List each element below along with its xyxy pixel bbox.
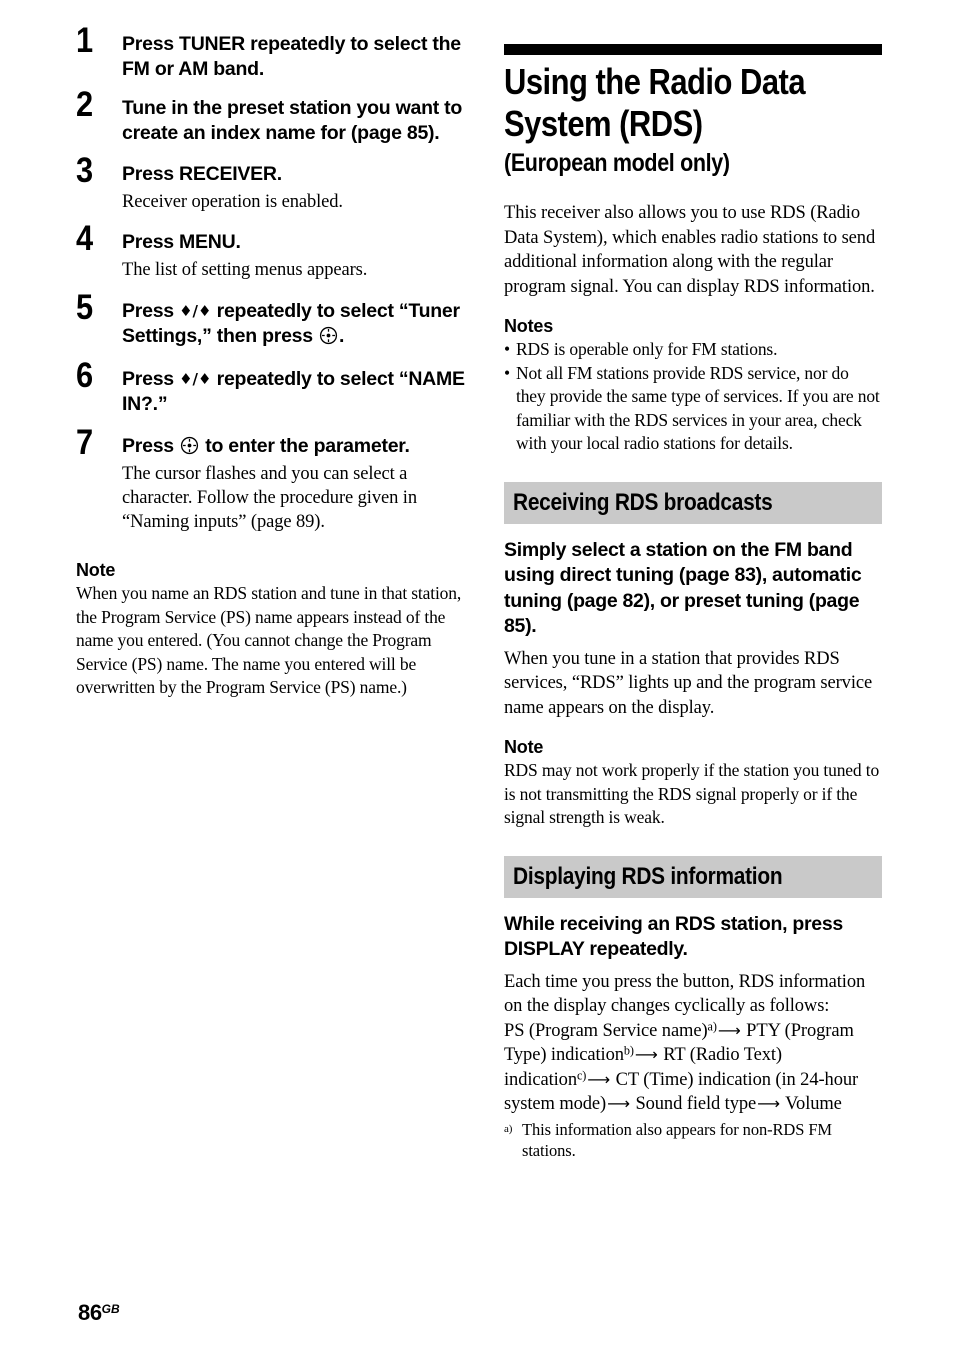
step-number: 3 <box>76 151 93 190</box>
step-5: 5 Press ♦/♦ repeatedly to select “Tuner … <box>76 290 476 349</box>
step-body: Receiver operation is enabled. <box>122 192 343 212</box>
step-7: 7 Press to enter the parameter. The curs… <box>76 425 476 534</box>
section-header-label: Receiving RDS broadcasts <box>513 488 773 516</box>
page-number: 86 <box>78 1300 102 1325</box>
up-down-arrow-icon: ♦/♦ <box>179 302 212 320</box>
section-header-receiving-rds: Receiving RDS broadcasts <box>504 481 882 524</box>
up-down-arrow-icon: ♦/♦ <box>179 370 212 388</box>
chapter-intro: This receiver also allows you to use RDS… <box>504 203 876 297</box>
step-body: The cursor flashes and you can select a … <box>122 464 417 532</box>
step-body: The list of setting menus appears. <box>122 260 368 280</box>
note-heading: Note <box>76 560 116 580</box>
step-text-post: to enter the parameter. <box>200 435 410 457</box>
step-number: 4 <box>76 219 93 258</box>
step-title: Press RECEIVER. <box>122 163 282 185</box>
notes-heading: Notes <box>504 316 554 336</box>
list-item: RDS is operable only for FM stations. <box>504 338 882 362</box>
step-text-pre: Press <box>122 368 180 390</box>
manual-page: 1 Press TUNER repeatedly to select the F… <box>0 0 954 1352</box>
note-heading: Note <box>504 737 544 757</box>
chapter-title: Using the Radio Data System (RDS) <box>504 61 806 144</box>
step-number: 7 <box>76 423 93 462</box>
enter-button-icon <box>180 436 199 455</box>
step-text-post: . <box>339 325 345 347</box>
step-6: 6 Press ♦/♦ repeatedly to select “NAME I… <box>76 358 476 417</box>
right-column: Using the Radio Data System (RDS) (Europ… <box>504 44 882 1161</box>
chapter-subtitle: (European model only) <box>504 149 730 177</box>
seq-volume: Volume <box>780 1094 842 1114</box>
step-text-pre: Press <box>122 435 180 457</box>
section-paragraph: Each time you press the button, RDS info… <box>504 971 866 1017</box>
footnote-ref-a: a) <box>707 1019 717 1034</box>
footnote-text: This information also appears for non-RD… <box>522 1119 832 1160</box>
page-folio: 86GB <box>78 1300 120 1326</box>
step-title: Press ♦/♦ repeatedly to select “Tuner Se… <box>122 299 476 349</box>
seq-ps: PS (Program Service name) <box>504 1020 708 1041</box>
step-number: 6 <box>76 356 93 395</box>
rds-display-sequence: PS (Program Service name)a)⟶ PTY (Progra… <box>504 1019 882 1117</box>
right-arrow-icon: ⟶ <box>634 1045 658 1064</box>
list-item: Not all FM stations provide RDS service,… <box>504 362 882 456</box>
notes-list: RDS is operable only for FM stations. No… <box>504 338 882 456</box>
section1-note-block: Note RDS may not work properly if the st… <box>504 737 882 830</box>
right-arrow-icon: ⟶ <box>587 1069 611 1089</box>
footnote-marker: a) <box>504 1122 513 1135</box>
step-number: 2 <box>76 85 93 124</box>
right-arrow-icon: ⟶ <box>717 1020 741 1040</box>
step-4: 4 Press MENU. The list of setting menus … <box>76 221 476 282</box>
step-title: Tune in the preset station you want to c… <box>122 97 463 144</box>
chapter-rule <box>504 44 882 55</box>
footnote-ref-b: b) <box>623 1043 634 1058</box>
step-1: 1 Press TUNER repeatedly to select the F… <box>76 23 476 82</box>
left-note-block: Note When you name an RDS station and tu… <box>76 560 476 700</box>
step-title: Press to enter the parameter. <box>122 434 476 459</box>
note-body: When you name an RDS station and tune in… <box>76 583 462 697</box>
left-column: 1 Press TUNER repeatedly to select the F… <box>76 23 476 700</box>
seq-sound-field: Sound field type <box>630 1094 757 1114</box>
enter-button-icon <box>319 326 338 345</box>
right-arrow-icon: ⟶ <box>607 1094 630 1113</box>
right-arrow-icon: ⟶ <box>757 1094 780 1113</box>
step-number: 5 <box>76 288 93 327</box>
footnote-ref-c: c) <box>576 1068 587 1083</box>
step-title: Press TUNER repeatedly to select the FM … <box>122 33 461 80</box>
section-lead: Simply select a station on the FM band u… <box>504 538 862 638</box>
step-title: Press ♦/♦ repeatedly to select “NAME IN?… <box>122 367 476 417</box>
step-3: 3 Press RECEIVER. Receiver operation is … <box>76 153 476 214</box>
region-code: GB <box>101 1302 120 1316</box>
step-title: Press MENU. <box>122 231 241 253</box>
step-2: 2 Tune in the preset station you want to… <box>76 87 476 146</box>
section-header-label: Displaying RDS information <box>513 862 783 890</box>
notes-block: Notes RDS is operable only for FM statio… <box>504 316 882 456</box>
step-text-pre: Press <box>122 300 180 322</box>
section-paragraph: When you tune in a station that provides… <box>504 648 873 718</box>
section-header-displaying-rds: Displaying RDS information <box>504 855 882 898</box>
note-body: RDS may not work properly if the station… <box>504 760 880 827</box>
step-number: 1 <box>76 21 93 60</box>
footnote-a: a) This information also appears for non-… <box>504 1119 882 1161</box>
section-lead: While receiving an RDS station, press DI… <box>504 912 843 961</box>
